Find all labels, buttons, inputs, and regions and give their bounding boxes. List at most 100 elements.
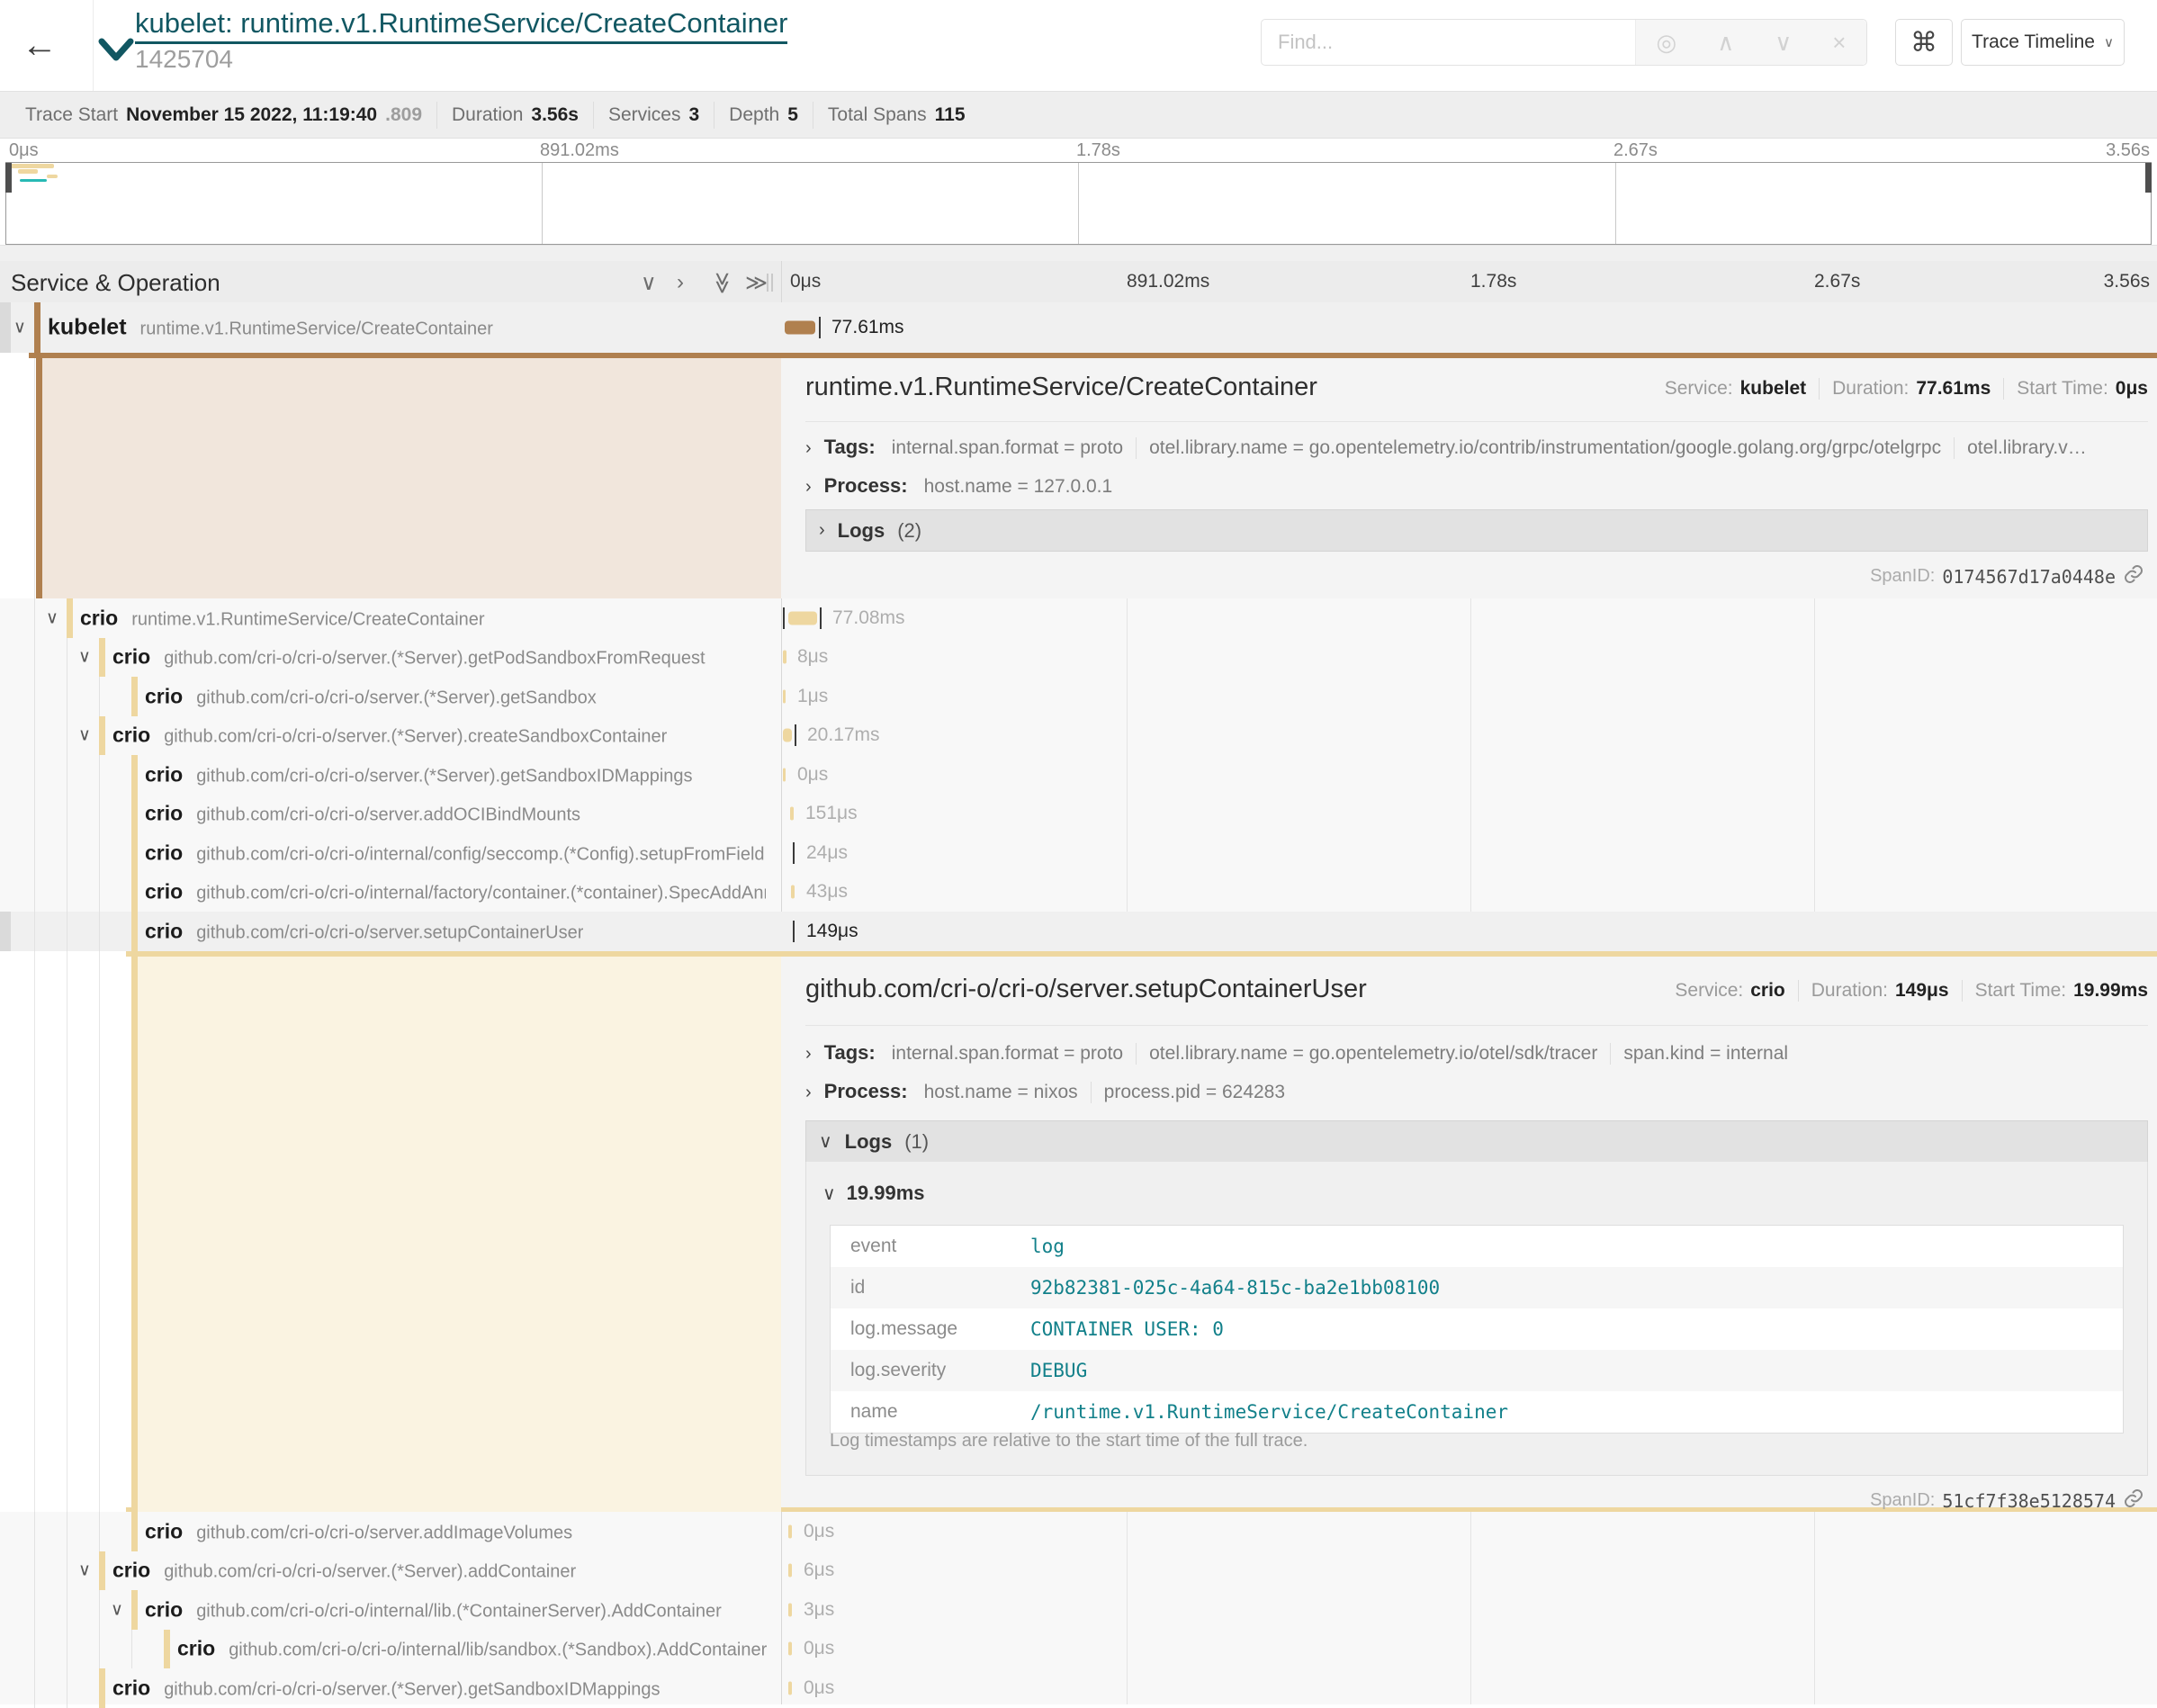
column-resizer-grip[interactable] [767, 274, 768, 292]
keyboard-shortcuts-button[interactable]: ⌘ [1895, 19, 1953, 66]
span-bar[interactable] [788, 611, 817, 625]
span-duration-label: 151μs [805, 803, 858, 824]
span-row[interactable]: crio github.com/cri-o/cri-o/internal/fact… [0, 873, 2157, 912]
service-name: crio [145, 880, 183, 904]
chevron-up-icon[interactable]: ∧ [1717, 29, 1734, 57]
span-row[interactable]: criogithub.com/cri-o/cri-o/server.(*Serv… [0, 677, 2157, 716]
indent-guide [34, 1668, 35, 1708]
span-name[interactable]: criogithub.com/cri-o/cri-o/internal/conf… [145, 841, 765, 865]
indent-guide [34, 1630, 35, 1669]
collapse-all-icon[interactable]: ≫ [709, 272, 735, 294]
chevron-down-icon[interactable]: ∨ [74, 725, 95, 746]
span-name[interactable]: criogithub.com/cri-o/cri-o/server.(*Serv… [112, 645, 706, 670]
span-row[interactable]: criogithub.com/cri-o/cri-o/internal/lib/… [0, 1630, 2157, 1669]
tags-row[interactable]: › Tags: internal.span.format = proto ote… [805, 436, 2148, 459]
process-row[interactable]: › Process: host.name = nixos process.pid… [805, 1080, 2148, 1103]
log-entry-toggle[interactable]: ∨ 19.99ms [822, 1182, 925, 1205]
service-accent [34, 302, 40, 353]
logs-toggle[interactable]: › Logs (2) [805, 509, 2148, 552]
logs-count: (2) [897, 519, 921, 543]
trace-title-link[interactable]: kubelet: runtime.v1.RuntimeService/Creat… [135, 7, 787, 44]
link-icon[interactable] [2123, 563, 2144, 589]
span-boundary-tick [820, 607, 822, 629]
operation-name: github.com/cri-o/cri-o/internal/lib/sand… [229, 1641, 767, 1661]
span-name[interactable]: crioruntime.v1.RuntimeService/CreateCont… [80, 606, 485, 630]
back-arrow-icon[interactable]: ← [22, 25, 58, 66]
trace-title-chevron-icon[interactable] [97, 36, 135, 67]
span-row[interactable]: ∨ criogithub.com/cri-o/cri-o/internal/lib… [0, 1590, 2157, 1630]
span-bar[interactable] [783, 729, 792, 742]
link-icon[interactable] [2123, 1488, 2144, 1514]
operation-name: github.com/cri-o/cri-o/server.(*Server).… [164, 727, 667, 748]
tags-row[interactable]: › Tags: internal.span.format = proto ote… [805, 1041, 2148, 1065]
span-name[interactable]: criogithub.com/cri-o/cri-o/server.addOCI… [145, 802, 580, 826]
span-name[interactable]: criogithub.com/cri-o/cri-o/server.(*Serv… [145, 684, 597, 708]
service-accent [67, 598, 73, 638]
span-row[interactable]: criogithub.com/cri-o/cri-o/server.addOCI… [0, 795, 2157, 834]
span-bar[interactable] [783, 689, 786, 703]
tag-item: otel.library.v… [1955, 437, 2099, 459]
span-row[interactable]: criogithub.com/cri-o/cri-o/internal/conf… [0, 833, 2157, 873]
service-label: Service: [1675, 980, 1743, 1002]
depth-value: 5 [787, 104, 798, 126]
span-row[interactable]: criogithub.com/cri-o/cri-o/server.setupC… [0, 912, 2157, 951]
span-row[interactable]: ∨ criogithub.com/cri-o/cri-o/server.(*Ser… [0, 716, 2157, 756]
logs-label: Logs [838, 519, 885, 543]
operation-name: github.com/cri-o/cri-o/internal/factory/… [196, 884, 766, 904]
span-bar[interactable] [788, 1603, 792, 1616]
span-row[interactable]: ∨ crioruntime.v1.RuntimeService/CreateCon… [0, 598, 2157, 638]
trace-start-value: November 15 2022, 11:19:40 [126, 104, 377, 126]
span-row[interactable]: criogithub.com/cri-o/cri-o/server.addIma… [0, 1512, 2157, 1551]
minimap-tick-label: 0μs [9, 140, 39, 161]
span-bar[interactable] [783, 768, 786, 781]
chevron-down-icon[interactable]: ∨ [41, 607, 63, 628]
chevron-down-icon[interactable]: ∨ [106, 1599, 128, 1620]
duration-label: Duration: [1832, 378, 1909, 400]
chevron-down-icon[interactable]: ∨ [1775, 29, 1792, 57]
minimap-right-handle[interactable] [2145, 163, 2152, 193]
span-name[interactable]: criogithub.com/cri-o/cri-o/server.setupC… [145, 919, 583, 943]
collapse-one-icon[interactable]: ∨ [641, 270, 657, 296]
expand-all-icon[interactable]: ≫ [745, 270, 768, 296]
page-header: ← kubelet: runtime.v1.RuntimeService/Cre… [0, 0, 2157, 92]
span-bar[interactable] [788, 1524, 792, 1538]
span-name[interactable]: kubeletruntime.v1.RuntimeService/CreateC… [48, 315, 493, 341]
span-name[interactable]: criogithub.com/cri-o/cri-o/server.(*Serv… [145, 762, 693, 787]
span-name[interactable]: criogithub.com/cri-o/cri-o/internal/lib/… [177, 1637, 767, 1661]
span-bar[interactable] [788, 1564, 792, 1578]
expand-one-icon[interactable]: › [677, 270, 684, 295]
span-name[interactable]: criogithub.com/cri-o/cri-o/internal/lib.… [145, 1597, 722, 1622]
column-resizer-grip[interactable] [771, 274, 773, 292]
service-label: Service: [1665, 378, 1733, 400]
span-row[interactable]: ∨ criogithub.com/cri-o/cri-o/server.(*Ser… [0, 1551, 2157, 1591]
span-name[interactable]: crio github.com/cri-o/cri-o/internal/fact… [145, 880, 766, 904]
span-bar[interactable] [791, 885, 795, 899]
find-input[interactable] [1262, 20, 1635, 65]
chevron-down-icon[interactable]: ∨ [74, 1560, 95, 1581]
chevron-down-icon[interactable]: ∨ [74, 647, 95, 668]
span-row[interactable]: criogithub.com/cri-o/cri-o/server.(*Serv… [0, 755, 2157, 795]
span-bar[interactable] [788, 1642, 792, 1656]
minimap-left-handle[interactable] [5, 163, 12, 193]
trace-view-selector[interactable]: Trace Timeline ∨ [1961, 19, 2125, 66]
span-row[interactable]: ∨ criogithub.com/cri-o/cri-o/server.(*Ser… [0, 638, 2157, 678]
span-name[interactable]: criogithub.com/cri-o/cri-o/server.addIma… [145, 1519, 572, 1543]
logs-toggle[interactable]: ∨ Logs (1) [805, 1120, 2148, 1163]
span-row[interactable]: ∨ kubeletruntime.v1.RuntimeService/Create… [0, 302, 2157, 353]
span-row[interactable]: criogithub.com/cri-o/cri-o/server.(*Serv… [0, 1668, 2157, 1708]
indent-guide [34, 1590, 35, 1630]
find-toolbar: ◎ ∧ ∨ × [1635, 20, 1866, 65]
start-time-label: Start Time: [1975, 980, 2067, 1002]
span-bar[interactable] [788, 1681, 792, 1695]
process-row[interactable]: › Process: host.name = 127.0.0.1 [805, 474, 2148, 498]
chevron-down-icon[interactable]: ∨ [9, 318, 31, 338]
span-name[interactable]: criogithub.com/cri-o/cri-o/server.(*Serv… [112, 724, 667, 748]
span-bar[interactable] [785, 321, 815, 335]
service-accent [99, 716, 105, 756]
span-name[interactable]: criogithub.com/cri-o/cri-o/server.(*Serv… [112, 1676, 661, 1700]
close-icon[interactable]: × [1832, 29, 1846, 57]
span-bar[interactable] [783, 651, 786, 664]
span-name[interactable]: criogithub.com/cri-o/cri-o/server.(*Serv… [112, 1559, 576, 1583]
crosshair-icon[interactable]: ◎ [1657, 29, 1677, 57]
span-bar[interactable] [790, 807, 794, 821]
